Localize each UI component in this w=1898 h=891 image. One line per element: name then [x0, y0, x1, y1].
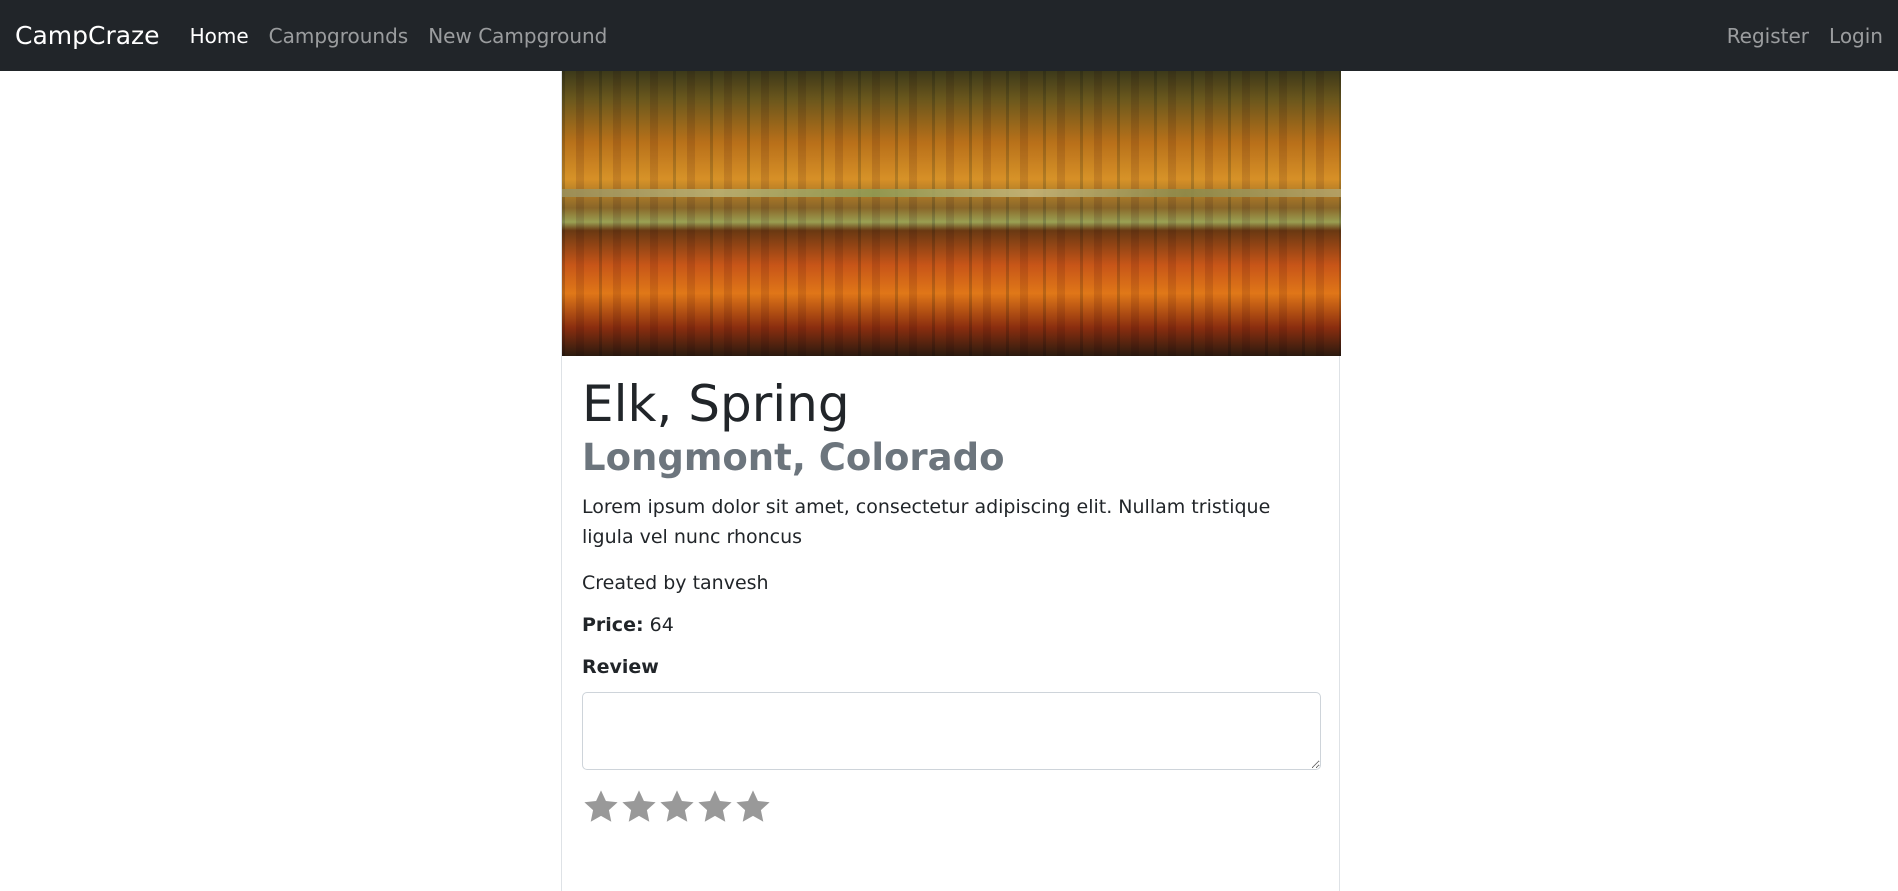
review-textarea[interactable]: [582, 691, 1321, 770]
top-navbar: CampCraze Home Campgrounds New Campgroun…: [0, 0, 1898, 71]
campground-location: Longmont, Colorado: [582, 435, 1005, 479]
card-body: Elk, Spring Longmont, Colorado Lorem ips…: [562, 356, 1339, 846]
nav-right-group: Register Login: [1707, 24, 1883, 48]
star-1-icon[interactable]: [582, 788, 620, 826]
campground-title: Elk, Spring: [582, 375, 850, 433]
nav-login[interactable]: Login: [1829, 24, 1883, 48]
hero-texture: [562, 71, 1341, 356]
star-rating: [582, 788, 1319, 826]
campground-image: [562, 71, 1341, 356]
nav-register[interactable]: Register: [1727, 24, 1809, 48]
hero-shoreline: [562, 189, 1341, 197]
star-3-icon[interactable]: [658, 788, 696, 826]
created-by: Created by tanvesh: [582, 571, 769, 594]
price-value: 64: [649, 613, 674, 636]
brand-link[interactable]: CampCraze: [15, 21, 160, 50]
nav-campgrounds[interactable]: Campgrounds: [269, 24, 409, 48]
star-4-icon[interactable]: [696, 788, 734, 826]
campground-card: Elk, Spring Longmont, Colorado Lorem ips…: [561, 71, 1341, 891]
review-label: Review: [582, 655, 659, 678]
nav-home[interactable]: Home: [190, 24, 249, 48]
price-label: Price:: [582, 613, 644, 636]
price-row: Price: 64: [582, 614, 1319, 636]
campground-description: Lorem ipsum dolor sit amet, consectetur …: [582, 495, 1271, 548]
nav-new-campground[interactable]: New Campground: [428, 24, 607, 48]
star-5-icon[interactable]: [734, 788, 772, 826]
star-2-icon[interactable]: [620, 788, 658, 826]
